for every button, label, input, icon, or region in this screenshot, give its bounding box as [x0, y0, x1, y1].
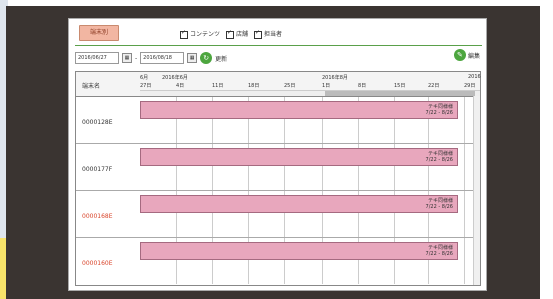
- day-label: 1日: [322, 83, 331, 89]
- calendar-icon[interactable]: ▦: [122, 53, 132, 63]
- month-label: 2016年8月: [322, 75, 348, 81]
- bar-range: 7/22 - 8/26: [425, 251, 453, 257]
- table-header: 端末名 6月 2016年6月 2016年8月 2016 27日 4日 11日 1…: [76, 72, 481, 97]
- row-name[interactable]: 0000177F: [82, 166, 112, 173]
- month-label: 2016年6月: [162, 75, 188, 81]
- app-screen: 端末別 コンテンツ 店舗 担当者 2016/06/27 ▦ - 2016/08/…: [68, 18, 487, 291]
- row-name[interactable]: 0000168E: [82, 213, 113, 220]
- bar-title: テキ同様様: [427, 198, 453, 204]
- checkbox-icon: [254, 29, 263, 39]
- update-label: 更新: [215, 55, 228, 63]
- pencil-icon: ✎: [453, 49, 466, 61]
- filter-content[interactable]: コンテンツ: [180, 29, 220, 39]
- term-button[interactable]: 端末別: [79, 25, 119, 41]
- table-row: 0000160E テキ同様様 7/22 - 8/26: [76, 238, 480, 284]
- bar-title: テキ同様様: [427, 245, 453, 251]
- table-row: 0000177F テキ同様様 7/22 - 8/26: [76, 144, 480, 191]
- bar-range: 7/22 - 8/26: [425, 110, 453, 116]
- schedule-bar[interactable]: テキ同様様 7/22 - 8/26: [140, 195, 458, 213]
- scroll-thumb[interactable]: [325, 91, 475, 96]
- bar-title: テキ同様様: [427, 151, 453, 157]
- day-label: 27日: [140, 83, 152, 89]
- table-row: 0000168E テキ同様様 7/22 - 8/26: [76, 191, 480, 238]
- end-date-input[interactable]: 2016/08/18: [140, 52, 185, 64]
- day-label: 11日: [212, 83, 224, 89]
- bar-title: テキ同様様: [427, 104, 453, 110]
- checkbox-icon: [226, 29, 235, 39]
- row-name[interactable]: 0000160E: [82, 260, 113, 267]
- refresh-icon[interactable]: ↻: [200, 52, 213, 64]
- bar-range: 7/22 - 8/26: [425, 157, 453, 163]
- date-range: 2016/06/27 ▦ - 2016/08/18 ▦ ↻ 更新: [75, 51, 227, 65]
- month-label: 6月: [140, 75, 149, 81]
- day-label: 15日: [394, 83, 406, 89]
- day-label: 4日: [176, 83, 185, 89]
- name-column-header: 端末名: [82, 83, 101, 90]
- day-label: 29日: [464, 83, 476, 89]
- edit-button[interactable]: ✎ 編集: [453, 49, 480, 61]
- schedule-table: 端末名 6月 2016年6月 2016年8月 2016 27日 4日 11日 1…: [75, 71, 481, 286]
- vertical-scrollbar[interactable]: [473, 96, 480, 285]
- row-name[interactable]: 0000128E: [82, 119, 113, 126]
- day-label: 22日: [428, 83, 440, 89]
- day-label: 18日: [248, 83, 260, 89]
- month-label: 2016: [468, 74, 481, 80]
- bar-range: 7/22 - 8/26: [425, 204, 453, 210]
- schedule-bar[interactable]: テキ同様様 7/22 - 8/26: [140, 242, 458, 260]
- filter-store[interactable]: 店舗: [226, 29, 248, 39]
- filter-staff[interactable]: 担当者: [254, 29, 282, 39]
- day-label: 25日: [284, 83, 296, 89]
- filter-checkboxes: コンテンツ 店舗 担当者: [180, 29, 282, 39]
- calendar-icon[interactable]: ▦: [187, 53, 198, 63]
- table-row: 0000128E テキ同様様 7/22 - 8/26: [76, 97, 480, 144]
- day-label: 8日: [358, 83, 367, 89]
- schedule-bar[interactable]: テキ同様様 7/22 - 8/26: [140, 148, 458, 166]
- horizontal-scrollbar[interactable]: [140, 90, 480, 96]
- divider: [75, 45, 482, 46]
- checkbox-icon: [180, 29, 188, 39]
- start-date-input[interactable]: 2016/06/27: [75, 52, 119, 64]
- schedule-bar[interactable]: テキ同様様 7/22 - 8/26: [140, 101, 458, 119]
